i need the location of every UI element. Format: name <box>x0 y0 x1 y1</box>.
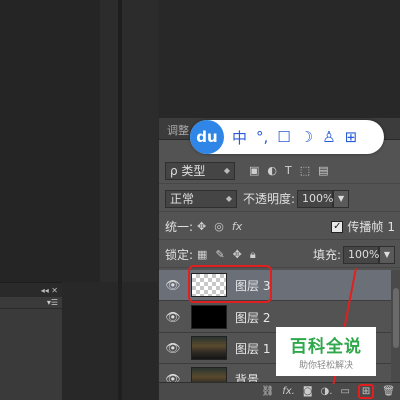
new-layer-icon[interactable]: ⊞ <box>357 384 375 399</box>
ime-user-icon[interactable]: ♙ <box>322 128 335 146</box>
watermark-title: 百科全说 <box>290 337 362 357</box>
shape-filter-icon[interactable]: ⬚ <box>300 164 310 177</box>
layer-thumbnail-photo <box>191 336 227 360</box>
chevron-updown-icon: ◆ <box>225 194 232 203</box>
ime-punctuation-toggle[interactable]: °, <box>256 128 268 146</box>
canvas-gutter <box>100 0 158 282</box>
scroll-thumb[interactable] <box>393 288 399 348</box>
unify-row: 统一: ✥ ◎ fx ✓ 传播帧 1 <box>159 214 400 240</box>
visibility-eye-icon[interactable]: 👁︎ <box>159 278 187 292</box>
collapsed-panel-menu[interactable]: ▾☰ <box>0 297 62 309</box>
collapse-icon[interactable]: ◂◂ ✕ <box>41 286 58 295</box>
smart-object-filter-icon[interactable]: ▤ <box>318 164 328 177</box>
chevron-down-icon: ▼ <box>383 250 391 259</box>
panel-menu-icon[interactable]: ▾☰ <box>47 298 58 307</box>
blend-row: 正常 ◆ 不透明度: 100% ▼ <box>159 186 400 212</box>
propagate-frame: ✓ 传播帧 1 <box>331 218 395 235</box>
layer-style-icon[interactable]: fx. <box>282 386 295 397</box>
collapsed-panel: ◂◂ ✕ ▾☰ <box>0 282 62 400</box>
blend-mode-select[interactable]: 正常 ◆ <box>165 189 237 208</box>
collapsed-panel-header[interactable]: ◂◂ ✕ <box>0 283 62 297</box>
opacity-label: 不透明度: <box>243 192 296 206</box>
layers-footer: ⛓ fx. ◙ ◑. ▭ ⊞ 🗑︎ <box>159 382 400 400</box>
layer-name[interactable]: 图层 1 <box>235 340 270 357</box>
canvas-area: ◂◂ ✕ ▾☰ <box>0 0 158 400</box>
document-canvas[interactable] <box>0 0 100 282</box>
chevron-updown-icon: ◆ <box>223 166 230 175</box>
layer-name[interactable]: 图层 2 <box>235 309 270 326</box>
tab-adjustments[interactable]: 调整 <box>167 122 189 138</box>
unify-visibility-icon[interactable]: ◎ <box>214 220 224 233</box>
blend-mode-label: 正常 <box>170 192 195 206</box>
ime-night-mode-icon[interactable]: ☽ <box>300 128 313 146</box>
watermark: 百科全说 助你轻松解决 <box>276 327 376 376</box>
ime-chinese-toggle[interactable]: 中 <box>232 127 247 148</box>
opacity-input[interactable]: 100% <box>297 189 334 208</box>
lock-image-icon[interactable]: ✎ <box>215 248 224 261</box>
visibility-eye-icon[interactable]: 👁︎ <box>159 310 187 324</box>
trash-icon[interactable]: 🗑︎ <box>382 386 395 397</box>
panel-divider[interactable] <box>118 0 122 400</box>
unify-style-icon[interactable]: fx <box>232 220 242 233</box>
link-layers-icon[interactable]: ⛓ <box>262 386 275 397</box>
lock-position-icon[interactable]: ✥ <box>233 248 242 261</box>
propagate-value: 1 <box>387 219 395 234</box>
chevron-down-icon: ▼ <box>337 194 345 203</box>
fill-dropdown[interactable]: ▼ <box>379 245 395 264</box>
layers-scrollbar[interactable] <box>391 270 400 382</box>
lock-all-icon[interactable]: 🔒︎ <box>250 248 256 262</box>
baidu-ime-toolbar: du 中 °, ☐ ☽ ♙ ⊞ <box>190 120 384 154</box>
unify-position-icon[interactable]: ✥ <box>197 220 206 233</box>
propagate-label: 传播帧 <box>347 220 384 234</box>
filter-kind-select[interactable]: ρ 类型 ◆ <box>165 161 235 180</box>
ime-menu-grid-icon[interactable]: ⊞ <box>345 128 358 146</box>
ime-skin-icon[interactable]: ☐ <box>277 128 290 146</box>
filter-kind-label: ρ 类型 <box>170 164 206 178</box>
propagate-checkbox[interactable]: ✓ <box>331 220 344 233</box>
new-group-icon[interactable]: ▭ <box>340 386 349 397</box>
fill-label: 填充: <box>312 248 341 262</box>
visibility-eye-icon[interactable]: 👁︎ <box>159 341 187 355</box>
panel-top-empty <box>159 0 400 118</box>
layer-mask-icon[interactable]: ◙ <box>303 386 313 397</box>
highlight-box <box>188 265 272 303</box>
adjustment-layer-icon[interactable]: ◑. <box>321 386 333 397</box>
watermark-subtitle: 助你轻松解决 <box>298 361 353 371</box>
baidu-du-logo[interactable]: du <box>190 120 224 154</box>
adjustment-filter-icon[interactable]: ◐ <box>267 164 277 177</box>
lock-transparency-icon[interactable]: ▦ <box>197 248 207 261</box>
type-filter-icon[interactable]: T <box>285 164 292 177</box>
lock-label: 锁定: <box>165 248 194 262</box>
pixel-filter-icon[interactable]: ▣ <box>249 164 259 177</box>
fill-input[interactable]: 100% <box>343 245 379 264</box>
layer-thumbnail-black <box>191 305 227 329</box>
unify-label: 统一: <box>165 220 194 234</box>
layer-filter-row: ρ 类型 ◆ ▣ ◐ T ⬚ ▤ <box>159 158 400 184</box>
opacity-dropdown[interactable]: ▼ <box>333 189 350 208</box>
